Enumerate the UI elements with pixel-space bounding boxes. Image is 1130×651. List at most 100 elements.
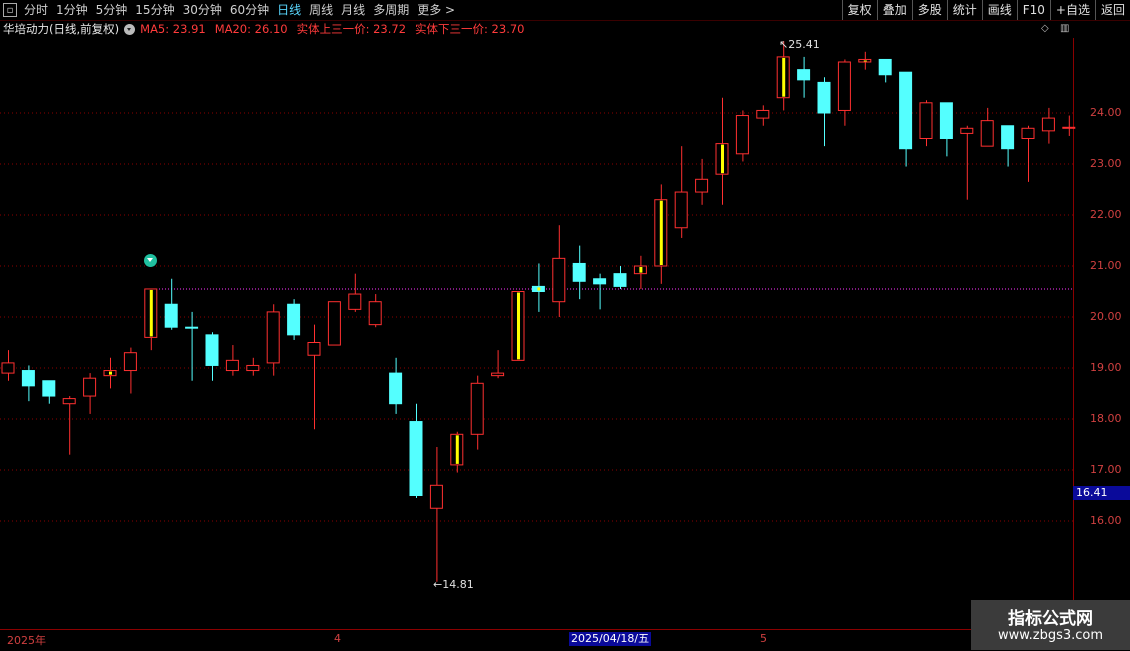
toolbar-button-7[interactable]: 返回 <box>1094 0 1130 20</box>
watermark-title: 指标公式网 <box>1008 609 1093 629</box>
price-tick-label: 24.00 <box>1090 106 1122 119</box>
toolbar-button-0[interactable]: 复权 <box>841 0 877 20</box>
dropdown-icon[interactable] <box>124 23 136 35</box>
candle-body <box>797 69 811 81</box>
price-tick-label: 16.00 <box>1090 514 1122 527</box>
candle-body <box>572 262 586 282</box>
candle-body <box>205 334 219 366</box>
candle <box>756 105 770 126</box>
candle-body <box>42 380 56 397</box>
candle-body <box>1 362 15 374</box>
candle <box>144 288 158 351</box>
candle <box>164 278 178 330</box>
stock-title: 华培动力(日线,前复权) <box>3 22 120 36</box>
candle <box>450 431 464 473</box>
candle-body <box>1041 117 1055 132</box>
period-tab-9[interactable]: 多周期 <box>370 0 414 20</box>
candle <box>511 291 525 361</box>
period-tab-2[interactable]: 5分钟 <box>93 0 133 20</box>
period-tab-4[interactable]: 30分钟 <box>180 0 227 20</box>
candle <box>878 58 892 83</box>
period-tab-0[interactable]: 分时 <box>21 0 53 20</box>
toolbar-button-4[interactable]: 画线 <box>981 0 1017 20</box>
candle-body <box>409 421 423 496</box>
candle-highlight <box>659 200 663 265</box>
candle <box>225 345 239 376</box>
candlestick-chart[interactable] <box>0 38 1130 628</box>
price-tick-label: 19.00 <box>1090 361 1122 374</box>
period-tab-3[interactable]: 15分钟 <box>132 0 179 20</box>
candle <box>593 273 607 310</box>
candle <box>83 373 97 414</box>
candle-highlight <box>149 289 153 337</box>
candle-body <box>307 342 321 356</box>
candle <box>42 380 56 404</box>
period-tab-1[interactable]: 1分钟 <box>53 0 93 20</box>
date-label-year: 2025年 <box>7 634 46 647</box>
candle <box>246 357 260 376</box>
candle <box>491 350 505 379</box>
expand-icon[interactable]: ▥ <box>1060 23 1069 34</box>
candle <box>327 301 341 346</box>
candle-body <box>939 102 953 140</box>
right-toolbar: 复权 叠加 多股 统计 画线 F10 +自选 返回 <box>841 0 1130 20</box>
period-tab-5[interactable]: 60分钟 <box>227 0 274 20</box>
candle-body <box>287 303 301 336</box>
toolbar-button-6[interactable]: +自选 <box>1049 0 1095 20</box>
candle <box>287 299 301 340</box>
date-label-may: 5 <box>760 632 767 645</box>
candle-body <box>593 278 607 285</box>
price-tick-label: 23.00 <box>1090 157 1122 170</box>
candle-body <box>1001 125 1015 150</box>
candle-body <box>429 484 443 509</box>
period-tab-6[interactable]: 日线 <box>274 0 306 20</box>
low-value: 14.81 <box>442 578 474 591</box>
candle <box>613 266 627 289</box>
candle-body <box>470 382 484 435</box>
period-list: 分时 1分钟 5分钟 15分钟 30分钟 60分钟 日线 周线 月线 多周期 更多 > <box>21 0 460 20</box>
candle-highlight <box>721 144 724 174</box>
candle <box>980 107 994 147</box>
candle <box>654 184 668 284</box>
candle <box>123 347 137 394</box>
window-icon[interactable]: ▫ <box>3 3 17 17</box>
candle <box>674 146 688 238</box>
candle-body <box>266 311 280 364</box>
toolbar-button-1[interactable]: 叠加 <box>876 0 912 20</box>
candle <box>695 158 709 205</box>
candle <box>103 357 117 389</box>
candle <box>572 245 586 300</box>
candle <box>1001 125 1015 167</box>
candle-body <box>1021 127 1035 140</box>
high-annotation: ↖25.41 <box>779 38 820 51</box>
candle <box>21 365 35 402</box>
toolbar-button-2[interactable]: 多股 <box>911 0 947 20</box>
candle-body <box>613 273 627 287</box>
period-tab-8[interactable]: 月线 <box>338 0 370 20</box>
candle <box>715 97 729 205</box>
signal-marker-icon[interactable] <box>144 254 157 267</box>
candle <box>939 102 953 157</box>
candle <box>552 225 566 317</box>
candle-body <box>1062 126 1076 129</box>
toolbar-button-5[interactable]: F10 <box>1016 0 1050 20</box>
candle-highlight <box>109 371 112 375</box>
candle-body <box>83 377 97 397</box>
candle-highlight <box>517 292 520 360</box>
current-price-label: 16.41 <box>1073 486 1130 500</box>
price-tick-label: 21.00 <box>1090 259 1122 272</box>
candle <box>368 294 382 328</box>
date-label-april: 4 <box>334 632 341 645</box>
period-tab-7[interactable]: 周线 <box>306 0 338 20</box>
candle-body <box>62 398 76 405</box>
toolbar-button-3[interactable]: 统计 <box>946 0 982 20</box>
candle-body <box>164 303 178 328</box>
candle-body <box>348 293 362 310</box>
candle-body <box>368 301 382 326</box>
candle <box>62 396 76 455</box>
candle <box>409 403 423 499</box>
candle <box>531 263 545 312</box>
period-tab-10[interactable]: 更多 > <box>414 0 460 20</box>
diamond-icon[interactable]: ◇ <box>1041 23 1049 34</box>
candle <box>205 332 219 381</box>
